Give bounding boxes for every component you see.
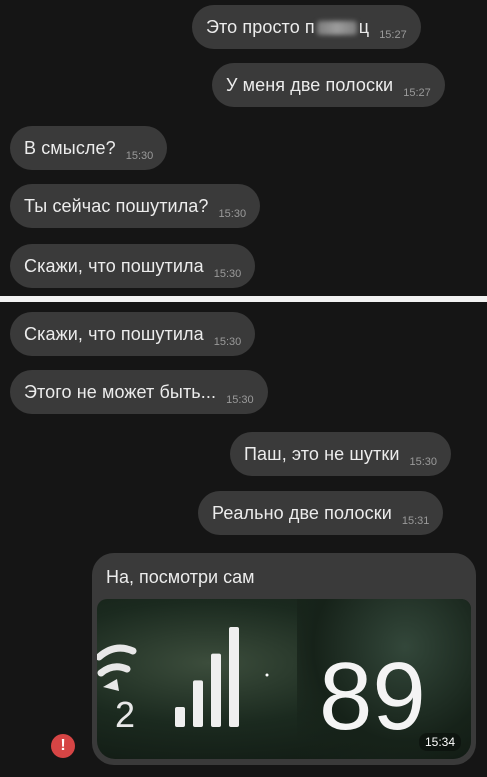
message-text: Паш, это не шутки [244, 443, 400, 464]
photo-message-bubble[interactable]: На, посмотри сам 2 89 15:34 [92, 553, 476, 765]
signal-bar [175, 707, 185, 727]
send-error-icon[interactable]: ! [51, 734, 75, 758]
censored-blur [316, 20, 357, 35]
message-time: 15:30 [125, 150, 154, 162]
photo-caption: На, посмотри сам [106, 567, 255, 587]
battery-percent-text: 89 [319, 643, 426, 750]
message-bubble-outgoing[interactable]: Реально две полоски 15:31 [198, 491, 444, 535]
network-type-label: 2 [115, 694, 135, 735]
message-bubble-incoming[interactable]: Скажи, что пошутила 15:30 [10, 312, 256, 356]
message-time: 15:30 [213, 268, 242, 280]
dust-dot [265, 673, 269, 677]
message-time: 15:27 [379, 29, 407, 41]
message-text: Этого не может быть... [24, 381, 217, 402]
message-bubble-incoming[interactable]: Ты сейчас пошутила? 15:30 [10, 184, 261, 228]
message-time: 15:30 [226, 394, 254, 406]
message-time: 15:30 [218, 208, 247, 220]
message-bubble-outgoing[interactable]: У меня две полоски 15:27 [212, 63, 445, 107]
message-text: У меня две полоски [226, 74, 394, 95]
photo-attachment[interactable]: 2 89 15:34 [97, 599, 471, 759]
status-bar-photo: 2 89 [97, 627, 426, 750]
message-text: В смысле? [24, 137, 116, 158]
wifi-icon [97, 644, 137, 691]
message-bubble-incoming[interactable]: Скажи, что пошутила 15:30 [10, 244, 256, 288]
message-text-end: ц [358, 16, 370, 37]
signal-bar [229, 627, 239, 727]
message-text: Ты сейчас пошутила? [24, 195, 209, 216]
message-text: Реально две полоски [212, 502, 392, 523]
message-text: Скажи, что пошутила [24, 255, 204, 276]
message-time: 15:30 [213, 336, 242, 348]
photo-time: 15:34 [418, 733, 461, 751]
message-bubble-incoming[interactable]: Этого не может быть... 15:30 [10, 370, 268, 414]
message-bubble-incoming[interactable]: В смысле? 15:30 [10, 126, 168, 170]
message-bubble-outgoing[interactable]: Это просто п ц 15:27 [192, 5, 421, 49]
message-time: 15:30 [409, 456, 438, 468]
message-bubble-outgoing[interactable]: Паш, это не шутки 15:30 [230, 432, 452, 476]
message-text: Это просто п [206, 16, 315, 37]
message-text: Скажи, что пошутила [24, 323, 204, 344]
signal-bars-icon [175, 627, 239, 727]
message-time: 15:27 [403, 87, 431, 99]
signal-bar [211, 653, 221, 727]
signal-bar [193, 680, 203, 727]
message-time: 15:31 [401, 515, 430, 527]
